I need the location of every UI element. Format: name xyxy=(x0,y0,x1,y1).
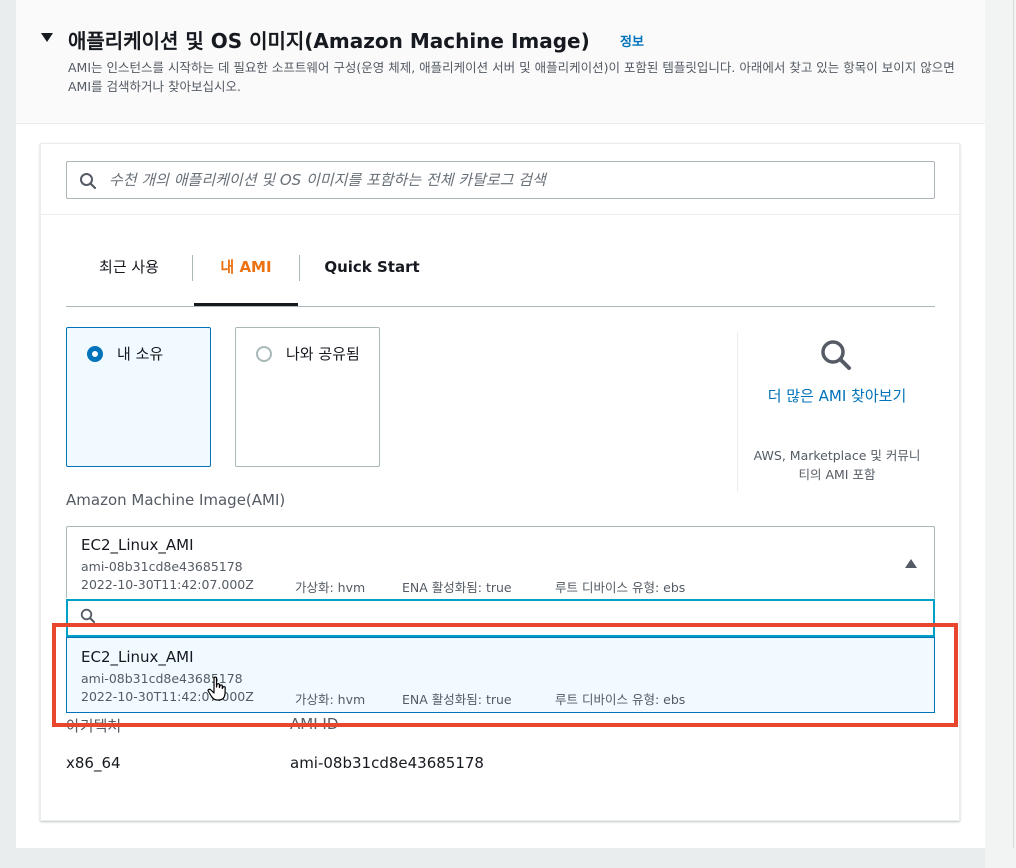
info-link[interactable]: 정보 xyxy=(620,31,644,50)
ami-id-value: ami-08b31cd8e43685178 xyxy=(290,754,484,772)
search-icon xyxy=(80,608,95,623)
caret-up-icon[interactable] xyxy=(905,559,917,568)
selected-ami-virtualization: 가상화: hvm xyxy=(295,580,366,595)
page: 애플리케이션 및 OS 이미지(Amazon Machine Image) 정보… xyxy=(0,0,1016,868)
section-header: 애플리케이션 및 OS 이미지(Amazon Machine Image) 정보… xyxy=(16,0,985,124)
tab-quick-start[interactable]: Quick Start xyxy=(300,239,444,306)
selected-ami-root-device: 루트 디바이스 유형: ebs xyxy=(555,580,686,595)
section-description: AMI는 인스턴스를 시작하는 데 필요한 소프트웨어 구성(운영 체제, 애플… xyxy=(68,60,955,94)
ami-tabs: 최근 사용 내 AMI Quick Start xyxy=(66,239,935,307)
tab-separator xyxy=(192,255,193,281)
browse-subtext: AWS, Marketplace 및 커뮤니티의 AMI 포함 xyxy=(753,448,921,482)
tab-recent[interactable]: 최근 사용 xyxy=(66,239,192,306)
radio-selected-icon[interactable] xyxy=(87,346,103,362)
browse-more-link[interactable]: 더 많은 AMI 찾아보기 xyxy=(752,384,922,409)
radio-unselected-icon[interactable] xyxy=(256,346,272,362)
ownership-label: 나와 공유됨 xyxy=(286,345,360,363)
search-icon xyxy=(821,340,851,370)
section-title: 애플리케이션 및 OS 이미지(Amazon Machine Image) xyxy=(68,29,590,53)
browse-more-amis: 더 많은 AMI 찾아보기 AWS, Marketplace 및 커뮤니티의 A… xyxy=(737,332,935,492)
hand-cursor-icon xyxy=(207,676,226,701)
selected-ami-date: 2022-10-30T11:42:07.000Z xyxy=(81,577,254,592)
catalog-search-box[interactable] xyxy=(66,161,935,199)
ownership-tile-owned[interactable]: 내 소유 xyxy=(66,327,211,467)
divider xyxy=(41,214,959,215)
selected-ami-ena: ENA 활성화됨: true xyxy=(402,580,512,595)
tab-my-ami[interactable]: 내 AMI xyxy=(194,239,298,306)
ownership-tile-shared[interactable]: 나와 공유됨 xyxy=(235,327,380,467)
ami-select[interactable]: EC2_Linux_AMI ami-08b31cd8e43685178 2022… xyxy=(66,526,935,598)
ownership-label: 내 소유 xyxy=(117,345,164,363)
ami-select-label: Amazon Machine Image(AMI) xyxy=(66,491,286,509)
catalog-search-input[interactable] xyxy=(109,168,919,192)
search-icon xyxy=(80,173,97,190)
annotation-highlight-box xyxy=(52,623,958,727)
selected-ami-name: EC2_Linux_AMI xyxy=(81,536,194,554)
architecture-value: x86_64 xyxy=(66,754,121,772)
selected-ami-id: ami-08b31cd8e43685178 xyxy=(81,559,243,574)
caret-down-icon[interactable] xyxy=(41,33,53,42)
adjacent-panel-edge xyxy=(985,0,1016,868)
